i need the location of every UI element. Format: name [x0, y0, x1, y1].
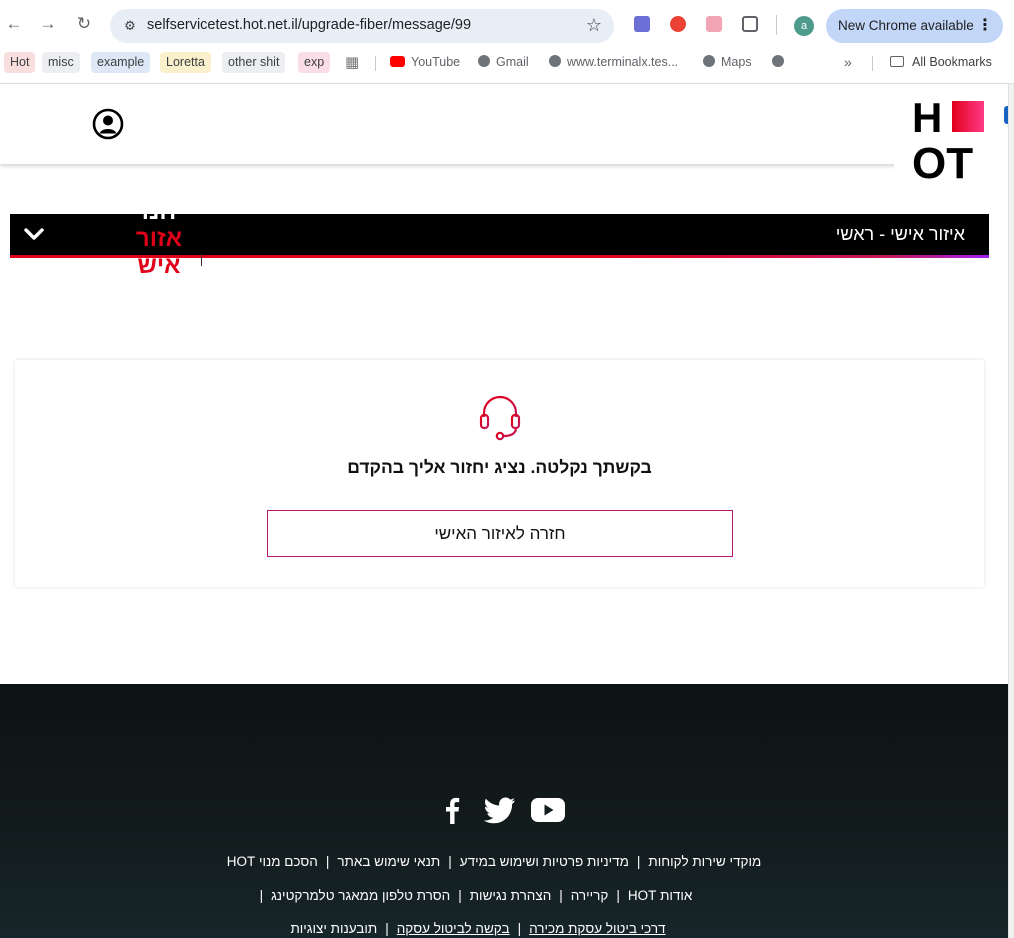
footer-link[interactable]: הסכם מנוי HOT — [227, 854, 318, 869]
browser-chrome: ← → ↻ ⚙ selfservicetest.hot.net.il/upgra… — [0, 0, 1014, 84]
footer-link[interactable]: קריירה — [571, 888, 609, 903]
logo-square — [952, 101, 984, 132]
user-account-icon[interactable] — [92, 108, 124, 140]
confirmation-message: בקשתך נקלטה. נציג יחזור אליך בהקדם — [347, 457, 652, 477]
kebab-menu-icon[interactable]: ⋮ — [977, 15, 993, 35]
toolbar-divider — [776, 15, 777, 35]
bookmark-terminalx[interactable]: www.terminalx.tes... — [549, 52, 678, 73]
footer-links-row: דרכי ביטול עסקת מכירה|בקשה לביטול עסקה|ת… — [290, 921, 666, 936]
overflow-word: איש — [137, 252, 181, 279]
bookmark-chip[interactable]: exp — [298, 52, 331, 73]
more-bookmarks-icon[interactable]: » — [844, 52, 852, 73]
confirmation-card: בקשתך נקלטה. נציג יחזור אליך בהקדם חזרה … — [15, 360, 984, 587]
extension-icon[interactable] — [634, 16, 650, 32]
address-bar[interactable]: ⚙ selfservicetest.hot.net.il/upgrade-fib… — [110, 9, 614, 43]
footer-link[interactable]: מדיניות פרטיות ושימוש במידע — [460, 854, 629, 869]
forward-icon[interactable]: → — [38, 14, 58, 34]
hot-logo-mark: H OT — [912, 98, 984, 180]
site-header — [0, 84, 1008, 164]
footer-links-row: אודות HOT|קריירה|הצהרת נגישות|הסרת טלפון… — [259, 888, 693, 903]
bookmark-star-icon[interactable]: ☆ — [586, 15, 602, 36]
globe-icon — [549, 55, 561, 67]
overflow-word: אזור — [135, 225, 183, 252]
footer-link[interactable]: אודות HOT — [628, 888, 693, 903]
globe-icon — [478, 55, 490, 67]
footer-link[interactable]: תנאי שימוש באתר — [337, 854, 440, 869]
footer-link[interactable]: הסרת טלפון ממאגר טלמרקטינג — [271, 888, 450, 903]
bookmark-chip[interactable]: example — [91, 52, 151, 73]
back-icon[interactable]: ← — [4, 14, 24, 34]
chevron-down-icon[interactable] — [24, 226, 44, 242]
section-title: איזור אישי - ראשי — [835, 224, 965, 244]
profile-avatar[interactable]: a — [794, 16, 814, 36]
bookmark-chip[interactable]: Loretta — [160, 52, 211, 73]
page-content: H OT איזור אישי - ראשי חנו אזור איש — [0, 84, 1008, 938]
new-chrome-label: New Chrome available — [838, 18, 974, 33]
extension-icon[interactable] — [706, 16, 722, 32]
globe-icon — [703, 55, 715, 67]
bookmark-chip[interactable]: misc — [42, 52, 80, 73]
facebook-icon[interactable] — [444, 796, 460, 824]
overflow-menu-label: חנו אזור איש — [128, 212, 190, 284]
logo-letters-top: H — [912, 98, 942, 141]
site-settings-icon[interactable]: ⚙ — [120, 16, 140, 36]
new-chrome-available-button[interactable]: New Chrome available ⋮ — [826, 9, 1003, 43]
bookmark-chip[interactable]: Hot — [4, 52, 36, 73]
bookmark-youtube[interactable]: YouTube — [390, 52, 460, 73]
footer-links-row: מוקדי שירות לקוחות|מדיניות פרטיות ושימוש… — [226, 854, 762, 869]
all-bookmarks[interactable]: All Bookmarks — [890, 52, 992, 73]
overflow-divider — [201, 254, 202, 266]
bookmark-unnamed[interactable] — [772, 52, 790, 73]
bookmark-chip[interactable]: other shit — [222, 52, 286, 73]
footer-link[interactable]: דרכי ביטול עסקת מכירה — [529, 921, 665, 936]
bookmarks-divider — [375, 56, 376, 71]
extensions-puzzle-icon[interactable] — [742, 16, 758, 32]
bookmarks-bar: Hot misc example Loretta other shit exp … — [0, 50, 1014, 76]
browser-toolbar: ← → ↻ ⚙ selfservicetest.hot.net.il/upgra… — [0, 0, 1014, 48]
page-scrollbar[interactable] — [1008, 84, 1014, 938]
footer-link[interactable]: תובענות יצוגיות — [290, 921, 377, 936]
extension-icon[interactable] — [670, 16, 686, 32]
site-footer: מוקדי שירות לקוחות|מדיניות פרטיות ושימוש… — [0, 684, 1008, 938]
overflow-word: חנו — [128, 212, 190, 225]
url-text[interactable]: selfservicetest.hot.net.il/upgrade-fiber… — [147, 17, 471, 33]
bookmark-maps[interactable]: Maps — [703, 52, 752, 73]
headset-support-icon — [479, 395, 521, 441]
logo-letters-bottom: OT — [912, 139, 973, 180]
apps-grid-icon[interactable]: ▦ — [345, 52, 359, 73]
twitter-icon[interactable] — [484, 796, 516, 824]
footer-link[interactable]: הצהרת נגישות — [470, 888, 552, 903]
back-to-personal-area-button[interactable]: חזרה לאיזור האישי — [267, 510, 733, 557]
bookmark-gmail[interactable]: Gmail — [478, 52, 529, 73]
youtube-social-icon[interactable] — [530, 796, 566, 824]
footer-link[interactable]: בקשה לביטול עסקה — [397, 921, 510, 936]
globe-icon — [772, 55, 784, 67]
bookmarks-divider — [872, 56, 873, 71]
folder-icon — [890, 56, 904, 67]
reload-icon[interactable]: ↻ — [74, 14, 94, 34]
footer-link[interactable]: מוקדי שירות לקוחות — [648, 854, 761, 869]
youtube-icon — [390, 56, 405, 67]
hot-logo[interactable]: H OT — [894, 84, 1008, 188]
